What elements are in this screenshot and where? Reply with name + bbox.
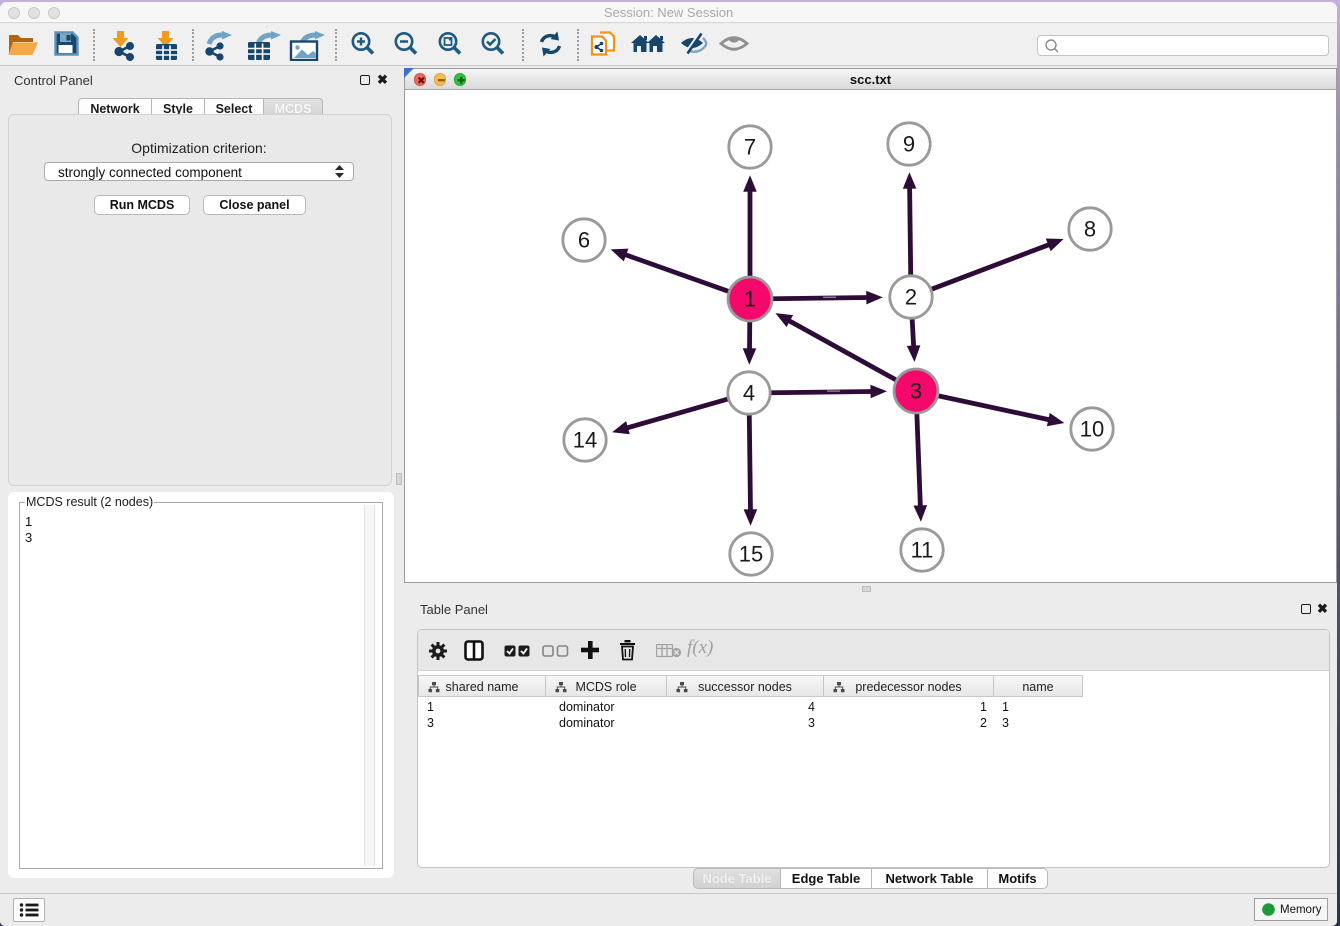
svg-text:3: 3 (910, 378, 922, 403)
svg-text:6: 6 (578, 227, 590, 252)
svg-text:10: 10 (1080, 416, 1104, 441)
svg-text:1: 1 (744, 286, 756, 311)
svg-text:4: 4 (743, 380, 755, 405)
svg-text:7: 7 (744, 134, 756, 159)
svg-text:2: 2 (905, 284, 917, 309)
svg-text:11: 11 (911, 537, 934, 562)
svg-text:8: 8 (1084, 216, 1096, 241)
svg-text:15: 15 (739, 541, 763, 566)
svg-text:14: 14 (573, 427, 597, 452)
svg-text:9: 9 (903, 131, 915, 156)
